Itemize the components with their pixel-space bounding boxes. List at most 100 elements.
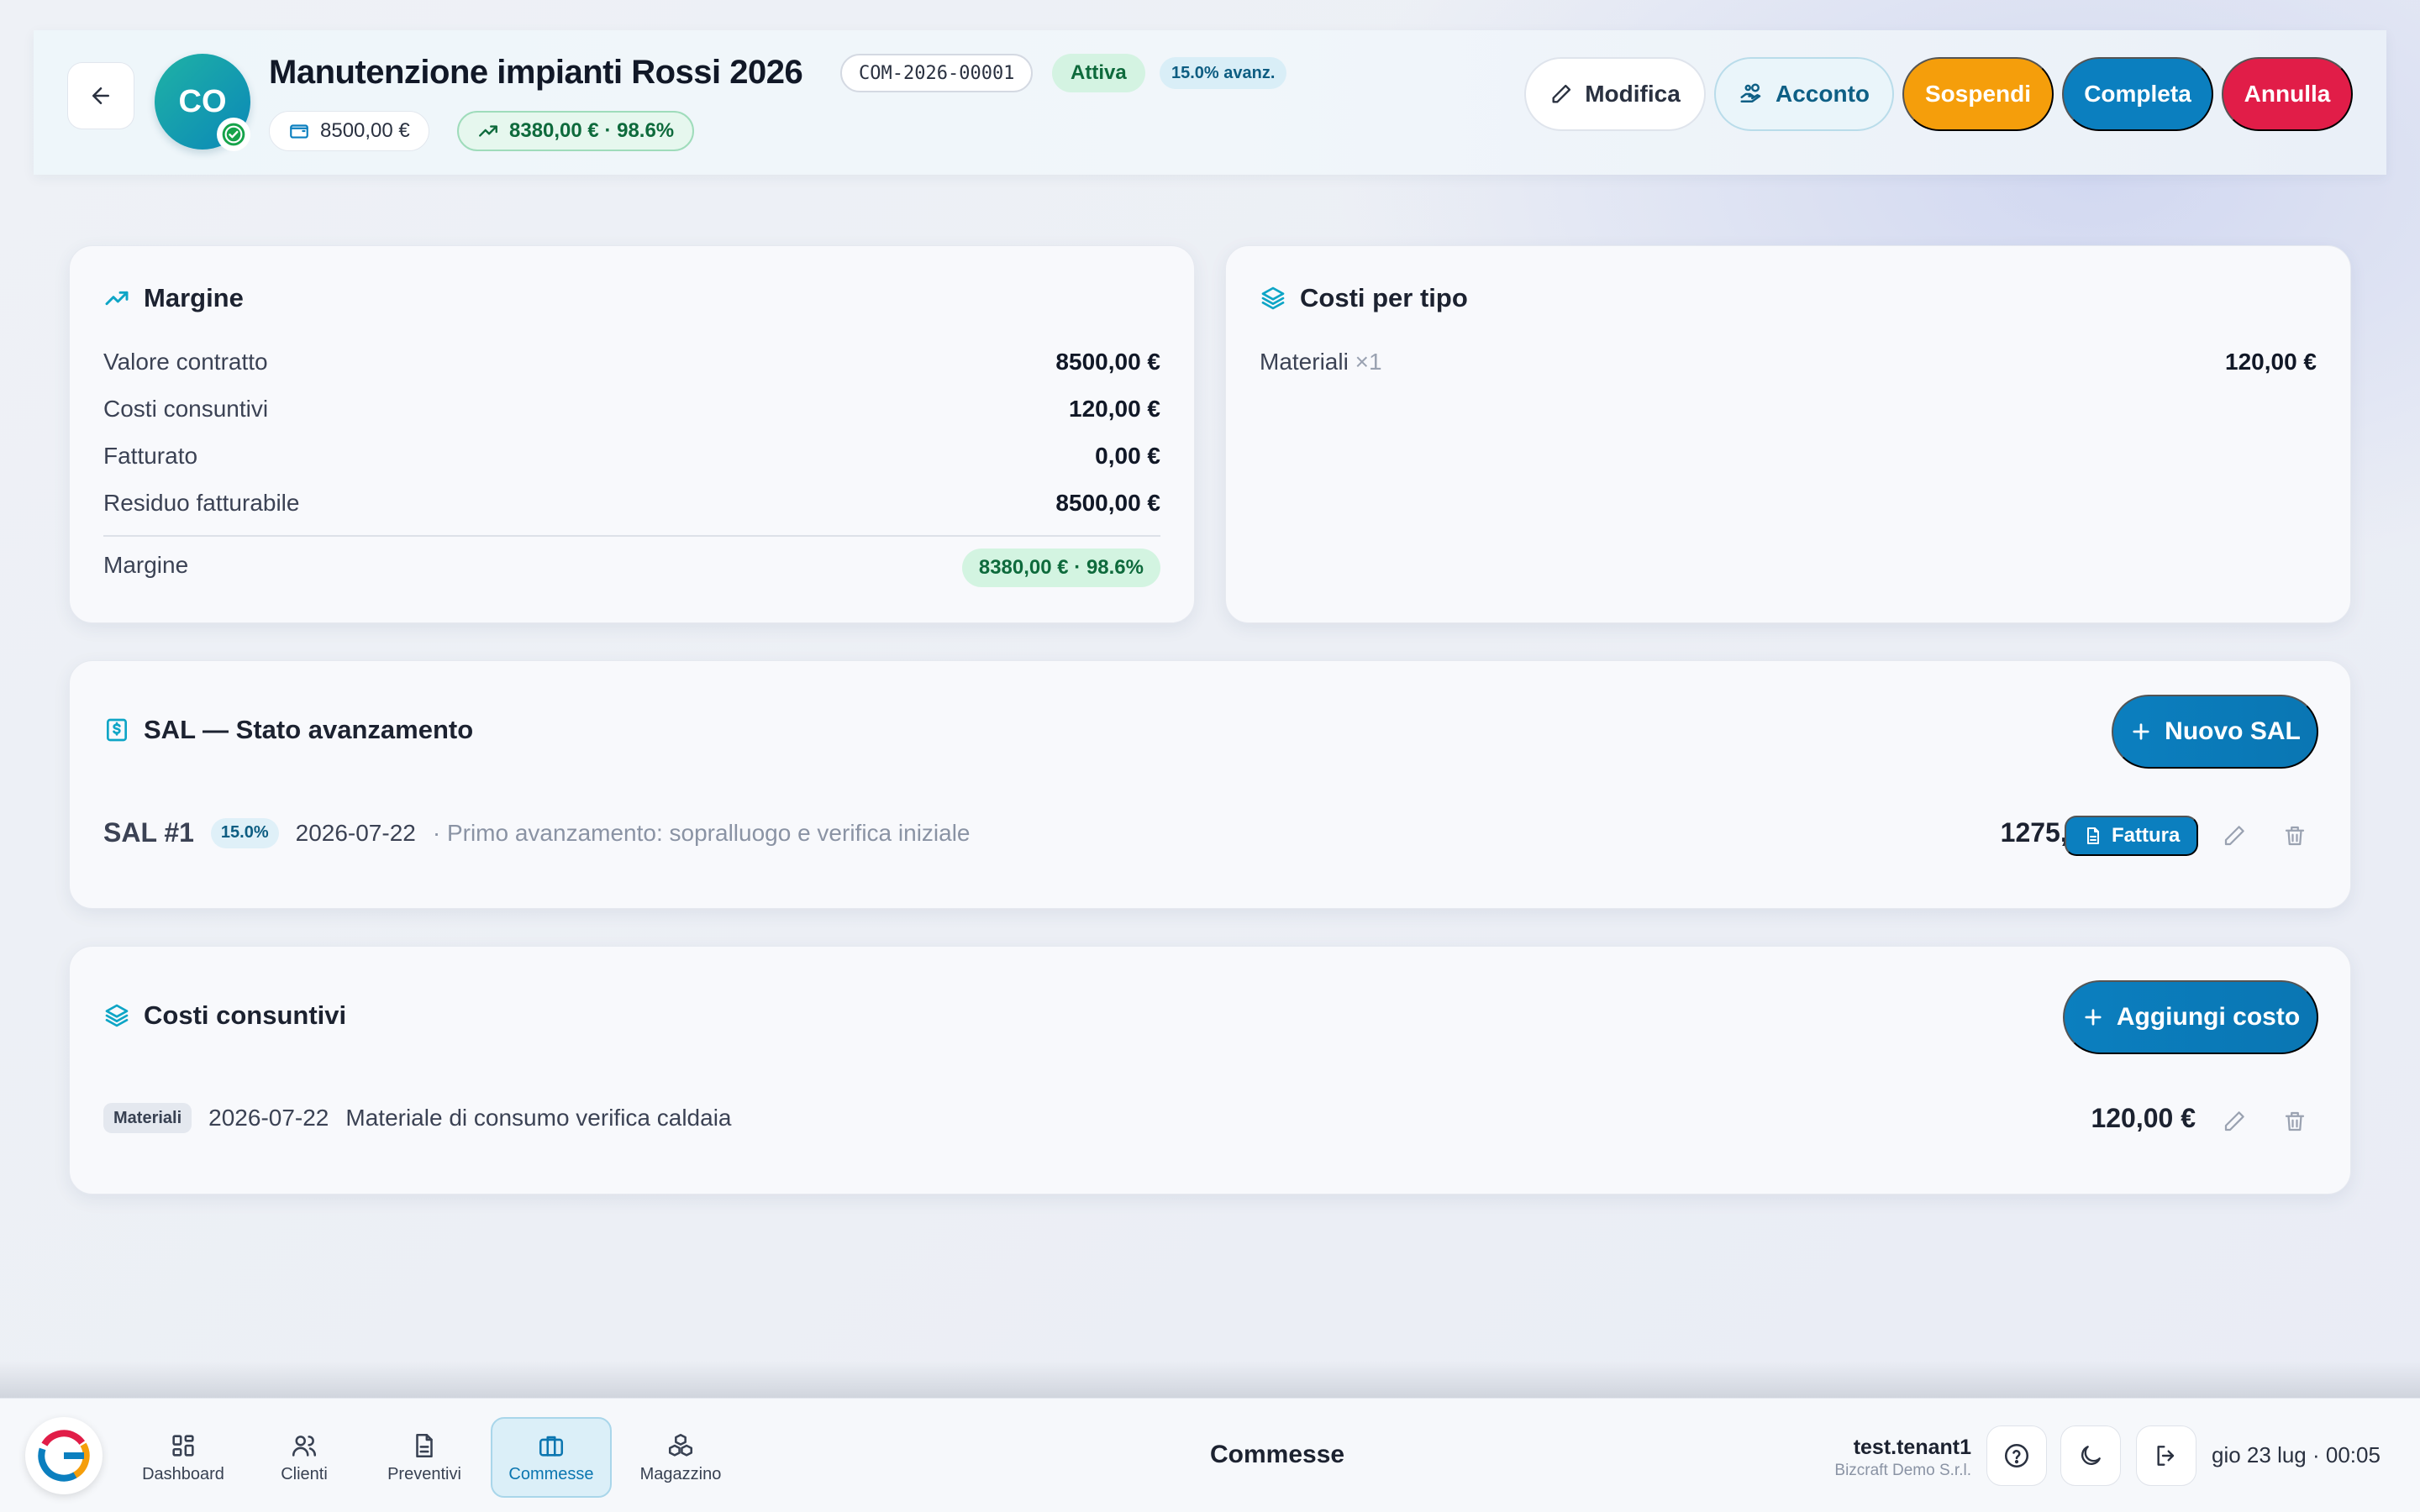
delete-cost-button[interactable] [2275, 1101, 2315, 1142]
cost-type-row: Materiali ×1 120,00 € [1260, 349, 2317, 375]
edit-sal-button[interactable] [2214, 816, 2254, 856]
new-sal-button-label: Nuovo SAL [2165, 717, 2301, 745]
help-circle-icon [2004, 1443, 2029, 1468]
row-value: 120,00 € [1069, 396, 1160, 422]
check-circle-icon [222, 123, 245, 146]
nav-item-preventivi[interactable]: Preventivi [370, 1417, 479, 1498]
file-text-icon [2087, 827, 2099, 844]
sal-card: SAL — Stato avanzamento Nuovo SAL SAL #1… [69, 660, 2351, 909]
cancel-button[interactable]: Annulla [2222, 57, 2353, 131]
row-value: 0,00 € [1095, 443, 1160, 469]
cost-item-description: Materiale di consumo verifica caldaia [345, 1105, 732, 1131]
page-header: CO Manutenzione impianti Rossi 2026 COM-… [34, 30, 2386, 175]
users-icon [292, 1435, 317, 1457]
nav-item-clienti[interactable]: Clienti [252, 1417, 356, 1498]
edit-button[interactable]: Modifica [1524, 57, 1706, 131]
nav-item-label: Preventivi [387, 1464, 461, 1483]
pencil-icon [2224, 826, 2244, 846]
new-sal-button[interactable]: Nuovo SAL [2112, 695, 2318, 769]
cost-type-value: 120,00 € [2225, 349, 2317, 375]
costs-card: Costi consuntivi Aggiungi costo Material… [69, 946, 2351, 1194]
costs-card-title-text: Costi consuntivi [144, 1000, 347, 1030]
logout-icon [2157, 1446, 2175, 1466]
row-value: 8500,00 € [1055, 349, 1160, 375]
contract-value-badge: 8500,00 € [269, 111, 429, 151]
sal-card-title: SAL — Stato avanzamento [103, 715, 473, 745]
margin-row: Costi consuntivi 120,00 € [103, 396, 1160, 423]
margin-badge: 8380,00 € · 98.6% [457, 111, 695, 151]
cost-type-count: ×1 [1355, 349, 1382, 375]
status-badge: Attiva [1052, 54, 1145, 92]
add-cost-button[interactable]: Aggiungi costo [2063, 980, 2318, 1054]
trending-up-icon [479, 125, 497, 137]
user-name: test.tenant1 [1853, 1436, 1971, 1459]
cost-type-card-title-text: Costi per tipo [1300, 283, 1468, 312]
page-title: Manutenzione impianti Rossi 2026 [269, 54, 803, 91]
date-time: gio 23 lug · 00:05 [2212, 1442, 2381, 1467]
user-company: Bizcraft Demo S.r.l. [1834, 1462, 1971, 1479]
nav-item-label: Dashboard [142, 1464, 224, 1483]
boxes-icon [668, 1433, 693, 1457]
nav-item-commesse[interactable]: Commesse [491, 1417, 612, 1498]
margin-value: 8380,00 € · 98.6% [509, 119, 675, 142]
plus-icon [2085, 1009, 2102, 1026]
margin-row: Fatturato 0,00 € [103, 443, 1160, 470]
cost-type-card: Costi per tipo Materiali ×1 120,00 € [1225, 245, 2351, 623]
sal-item-date: 2026-07-22 [295, 819, 416, 846]
delete-sal-button[interactable] [2275, 816, 2315, 856]
user-info: test.tenant1 Bizcraft Demo S.r.l. [1834, 1436, 1971, 1480]
row-value: 8500,00 € [1055, 490, 1160, 516]
costs-card-title: Costi consuntivi [103, 1000, 346, 1031]
add-cost-button-label: Aggiungi costo [2116, 1003, 2301, 1031]
cost-type-card-title: Costi per tipo [1260, 283, 1468, 313]
deposit-button[interactable]: Acconto [1714, 57, 1894, 131]
trash-icon [2285, 826, 2305, 846]
margin-total-label: Margine [103, 552, 189, 578]
cost-type-label: Materiali [1260, 349, 1349, 375]
trending-up-icon [105, 291, 129, 306]
progress-badge: 15.0% avanz. [1160, 57, 1287, 89]
invoice-button-label: Fattura [2112, 824, 2181, 847]
nav-item-dashboard[interactable]: Dashboard [128, 1417, 239, 1498]
pencil-icon [2224, 1111, 2244, 1131]
app-logo[interactable] [25, 1417, 103, 1494]
contract-value: 8500,00 € [320, 119, 410, 142]
cost-item-amount: 120,00 € [2091, 1103, 2196, 1133]
invoice-button[interactable]: Fattura [2065, 816, 2199, 856]
row-label: Costi consuntivi [103, 396, 269, 422]
hand-coins-icon [1740, 83, 1761, 102]
back-button[interactable] [67, 62, 134, 129]
row-label: Valore contratto [103, 349, 268, 375]
deposit-button-label: Acconto [1776, 81, 1870, 107]
nav-item-label: Commesse [508, 1464, 594, 1483]
layers-icon [1261, 286, 1285, 310]
bottom-shadow [0, 1361, 2420, 1399]
margin-card-title: Margine [103, 283, 244, 313]
logout-button[interactable] [2136, 1425, 2196, 1486]
nav-item-magazzino[interactable]: Magazzino [623, 1417, 738, 1498]
layers-icon [105, 1004, 129, 1027]
cost-type-label-group: Materiali ×1 [1260, 349, 1382, 375]
pencil-icon [1552, 84, 1571, 103]
g-logo-icon [38, 1430, 90, 1482]
arrow-left-icon [92, 87, 109, 104]
margin-row: Residuo fatturabile 8500,00 € [103, 490, 1160, 517]
theme-toggle-button[interactable] [2060, 1425, 2121, 1486]
wallet-icon [290, 124, 308, 139]
edit-cost-button[interactable] [2214, 1101, 2254, 1142]
edit-button-label: Modifica [1585, 81, 1681, 107]
complete-button[interactable]: Completa [2062, 57, 2213, 131]
sal-card-title-text: SAL — Stato avanzamento [144, 715, 474, 744]
receipt-dollar-icon [107, 718, 127, 742]
divider [103, 535, 1160, 537]
suspend-button[interactable]: Sospendi [1902, 57, 2054, 131]
margin-total-badge: 8380,00 € · 98.6% [961, 549, 1160, 587]
help-button[interactable] [1986, 1425, 2047, 1486]
nav-item-label: Clienti [281, 1464, 328, 1483]
sal-item: SAL #1 15.0% 2026-07-22 · Primo avanzame… [103, 817, 971, 848]
margin-card-title-text: Margine [144, 283, 244, 312]
row-label: Fatturato [103, 443, 198, 469]
bottom-nav: Dashboard Clienti Preventivi Commesse Ma… [0, 1398, 2420, 1512]
row-label: Residuo fatturabile [103, 490, 300, 516]
sal-item-name: SAL #1 [103, 817, 194, 848]
